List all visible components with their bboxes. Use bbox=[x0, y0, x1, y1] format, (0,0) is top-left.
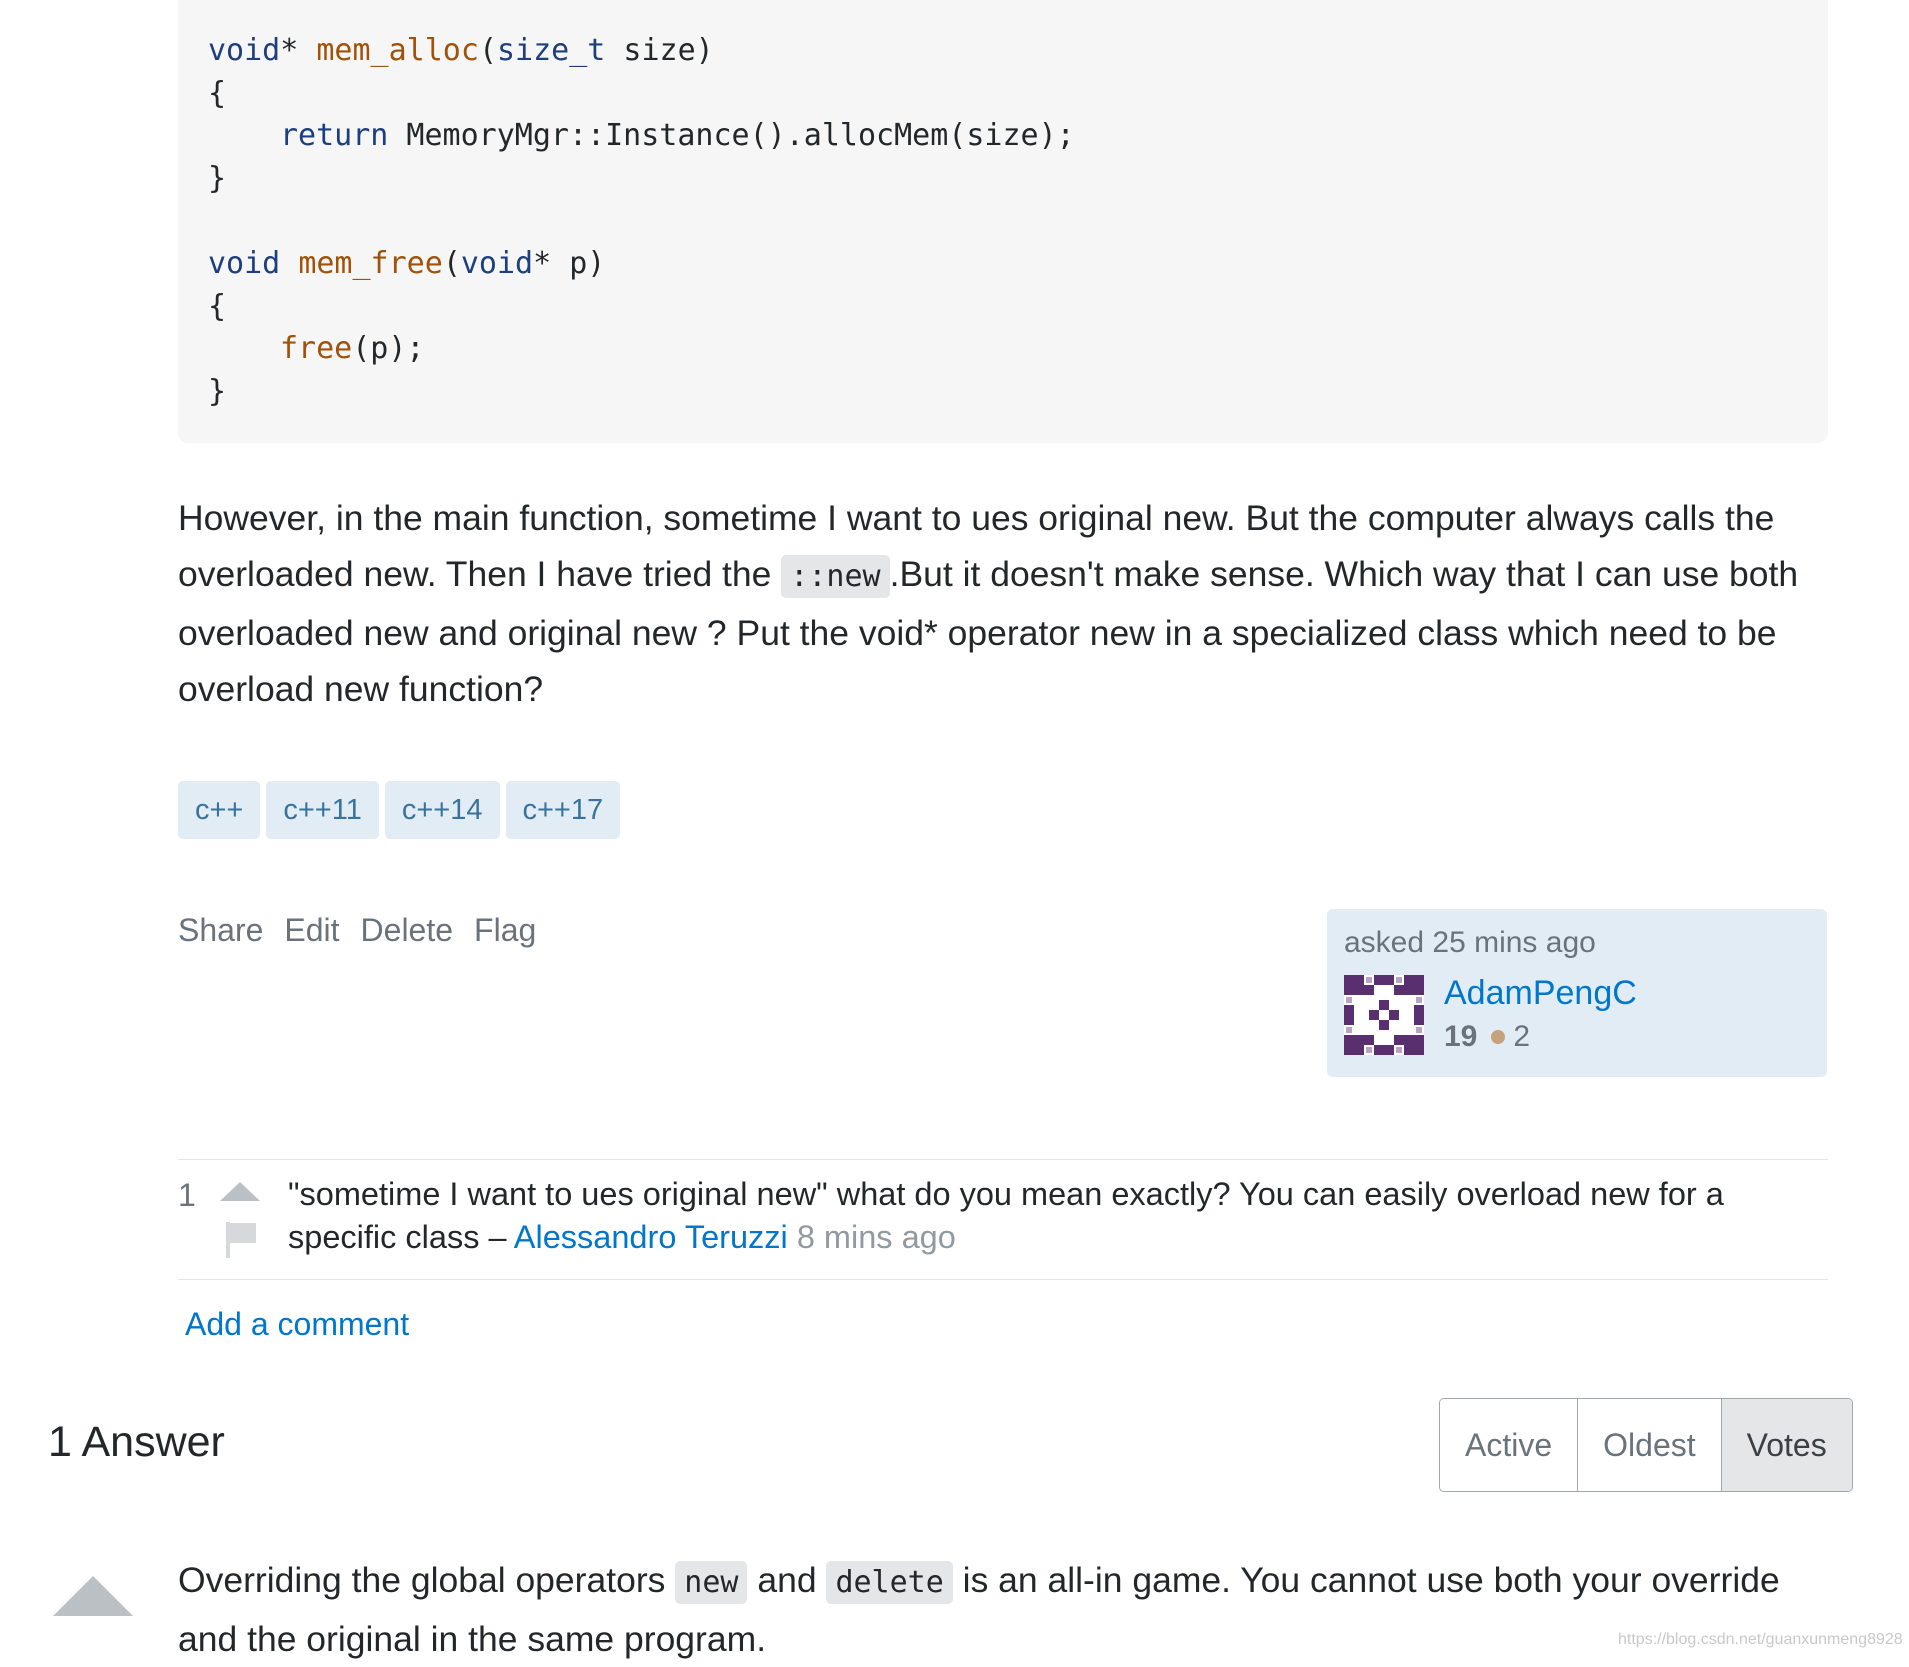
answers-count-title: 1 Answer bbox=[48, 1418, 225, 1466]
answer-upvote-icon[interactable] bbox=[53, 1576, 133, 1616]
inline-code: new bbox=[675, 1561, 748, 1604]
comment-body: "sometime I want to ues original new" wh… bbox=[288, 1176, 1724, 1255]
tag-cpp[interactable]: c++ bbox=[178, 781, 261, 839]
code-line: void mem_free(void* p) bbox=[208, 246, 606, 281]
code-line: { bbox=[208, 289, 227, 324]
code-line: { bbox=[208, 76, 227, 111]
answer-sort-tabs: Active Oldest Votes bbox=[1439, 1398, 1853, 1492]
tag-cpp17[interactable]: c++17 bbox=[505, 781, 621, 839]
tag-cpp11[interactable]: c++11 bbox=[266, 781, 379, 839]
code-line: free(p); bbox=[280, 331, 425, 366]
code-line: } bbox=[208, 374, 227, 409]
question-body: However, in the main function, sometime … bbox=[178, 498, 1799, 709]
code-line: return MemoryMgr::Instance().allocMem(si… bbox=[280, 118, 1075, 153]
comment-flag-icon[interactable] bbox=[224, 1222, 258, 1258]
avatar[interactable] bbox=[1344, 975, 1424, 1055]
comment-time: 8 mins ago bbox=[796, 1219, 956, 1255]
comment-upvote-icon[interactable] bbox=[220, 1182, 260, 1201]
bronze-badge-icon bbox=[1491, 1030, 1506, 1044]
watermark: https://blog.csdn.net/guanxunmeng8928 bbox=[1618, 1631, 1903, 1648]
edit-link[interactable]: Edit bbox=[284, 912, 339, 949]
reputation-score: 19 bbox=[1444, 1020, 1478, 1053]
inline-code: ::new bbox=[781, 555, 890, 598]
bronze-badge-count: 2 bbox=[1513, 1020, 1531, 1053]
sort-active-button[interactable]: Active bbox=[1440, 1399, 1579, 1491]
inline-code: delete bbox=[826, 1561, 953, 1604]
tag-cpp14[interactable]: c++14 bbox=[384, 781, 500, 839]
asked-time: asked 25 mins ago bbox=[1344, 926, 1596, 959]
answer-body: Overriding the global operators new and … bbox=[178, 1560, 1780, 1659]
user-reputation: 19 2 bbox=[1444, 1020, 1530, 1054]
comment-score: 1 bbox=[178, 1177, 196, 1213]
sort-oldest-button[interactable]: Oldest bbox=[1578, 1399, 1722, 1491]
code-line: void* mem_alloc(size_t size) bbox=[208, 33, 714, 68]
divider bbox=[178, 1159, 1828, 1160]
flag-link[interactable]: Flag bbox=[474, 912, 536, 949]
sort-votes-button[interactable]: Votes bbox=[1721, 1399, 1852, 1491]
code-line: } bbox=[208, 161, 227, 196]
user-name-link[interactable]: AdamPengC bbox=[1444, 974, 1637, 1013]
delete-link[interactable]: Delete bbox=[361, 912, 454, 949]
divider bbox=[178, 1279, 1828, 1280]
comment-user-link[interactable]: Alessandro Teruzzi bbox=[514, 1219, 788, 1255]
post-menu: Share Edit Delete Flag bbox=[178, 912, 536, 949]
add-comment-link[interactable]: Add a comment bbox=[185, 1306, 409, 1343]
share-link[interactable]: Share bbox=[178, 912, 263, 949]
tag-list: c++ c++11 c++14 c++17 bbox=[178, 781, 621, 839]
